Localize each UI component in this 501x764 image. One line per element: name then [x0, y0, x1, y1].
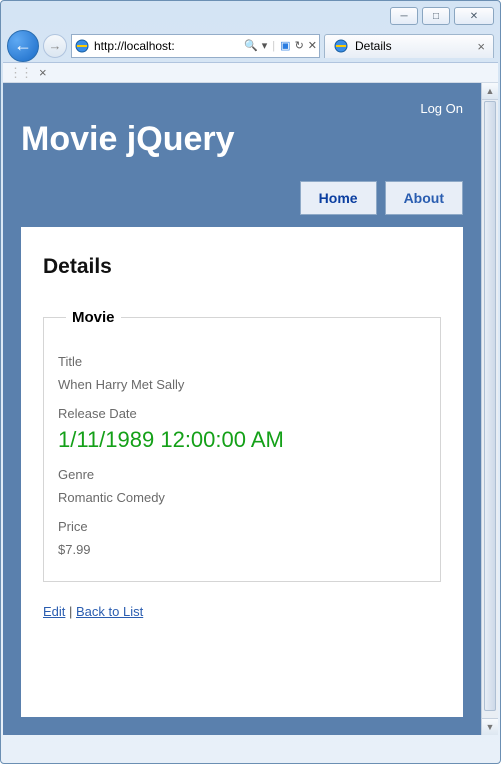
tab-about[interactable]: About	[385, 181, 463, 215]
minimize-button[interactable]: ─	[390, 7, 418, 25]
viewport: ▲ ▼ Log On Movie jQuery Home About Detai…	[3, 83, 498, 735]
forward-arrow-icon: →	[49, 38, 62, 53]
vertical-scrollbar[interactable]: ▲ ▼	[481, 83, 498, 735]
fieldset-legend: Movie	[66, 309, 121, 326]
nav-tabs: Home About	[21, 181, 463, 215]
toolbar-handle-icon: ⋮⋮	[9, 65, 31, 81]
back-arrow-icon: ←	[14, 35, 32, 56]
scroll-down-icon[interactable]: ▼	[482, 718, 498, 735]
price-value: $7.99	[58, 542, 426, 557]
page: Log On Movie jQuery Home About Details M…	[3, 83, 481, 735]
scroll-up-icon[interactable]: ▲	[482, 83, 498, 100]
edit-link[interactable]: Edit	[43, 604, 65, 619]
browser-window: ─ □ ✕ ← → http://localhost: 🔍 ▾ | ▣ ↻ ✕	[0, 0, 501, 764]
forward-button[interactable]: →	[43, 34, 67, 58]
tab-home[interactable]: Home	[300, 181, 377, 215]
back-to-list-link[interactable]: Back to List	[76, 604, 143, 619]
tab-title: Details	[355, 39, 392, 53]
genre-value: Romantic Comedy	[58, 490, 426, 505]
close-icon: ✕	[470, 11, 478, 22]
genre-label: Genre	[58, 467, 426, 482]
search-dropdown-icon[interactable]: ▾	[262, 39, 268, 52]
address-bar[interactable]: http://localhost: 🔍 ▾ | ▣ ↻ ✕	[71, 34, 320, 58]
logon-link[interactable]: Log On	[21, 101, 463, 116]
maximize-icon: □	[433, 11, 439, 22]
movie-fieldset: Movie Title When Harry Met Sally Release…	[43, 309, 441, 582]
title-label: Title	[58, 354, 426, 369]
page-heading: Details	[43, 255, 441, 279]
title-value: When Harry Met Sally	[58, 377, 426, 392]
search-icon[interactable]: 🔍	[244, 39, 258, 52]
content-panel: Details Movie Title When Harry Met Sally…	[21, 227, 463, 717]
action-links: Edit | Back to List	[43, 604, 441, 619]
address-icons: 🔍 ▾ | ▣ ↻ ✕	[244, 39, 317, 52]
address-text: http://localhost:	[94, 39, 240, 53]
navbar: ← → http://localhost: 🔍 ▾ | ▣ ↻ ✕	[3, 29, 498, 63]
titlebar: ─ □ ✕	[3, 3, 498, 29]
release-date-value: 1/11/1989 12:00:00 AM	[58, 427, 426, 453]
back-button[interactable]: ←	[7, 30, 39, 62]
link-separator: |	[65, 604, 76, 619]
refresh-icon[interactable]: ↻	[295, 39, 304, 52]
window-close-button[interactable]: ✕	[454, 7, 494, 25]
price-label: Price	[58, 519, 426, 534]
maximize-button[interactable]: □	[422, 7, 450, 25]
app-title: Movie jQuery	[21, 120, 463, 159]
separator: |	[272, 40, 275, 52]
toolbar-close-icon[interactable]: ×	[39, 65, 47, 80]
tab-label-wrap: Details	[333, 38, 392, 54]
release-date-label: Release Date	[58, 406, 426, 421]
browser-tab[interactable]: Details ×	[324, 34, 494, 58]
scroll-thumb[interactable]	[484, 101, 496, 711]
tab-close-icon[interactable]: ×	[477, 39, 485, 54]
stop-icon[interactable]: ✕	[308, 39, 317, 52]
minimize-icon: ─	[400, 11, 407, 22]
ie-logo-icon	[74, 38, 90, 54]
compat-view-icon[interactable]: ▣	[280, 39, 290, 52]
toolbar-row: ⋮⋮ ×	[3, 63, 498, 83]
tab-favicon-icon	[333, 38, 349, 54]
